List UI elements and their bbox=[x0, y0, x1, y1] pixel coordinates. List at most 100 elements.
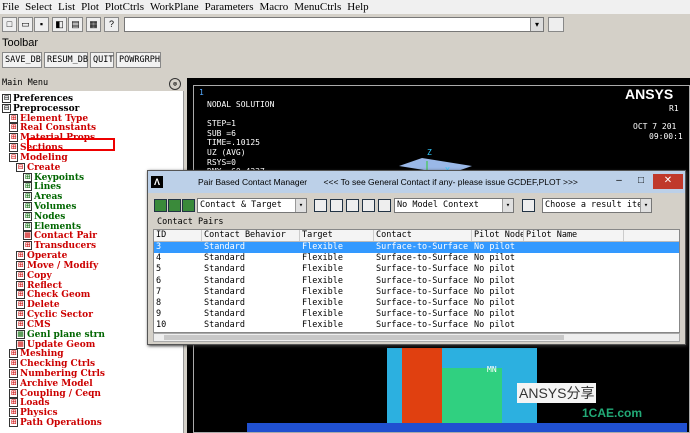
expand-icon[interactable]: ⊞ bbox=[9, 143, 18, 153]
expand-icon[interactable]: ⊞ bbox=[9, 368, 18, 378]
expand-icon[interactable]: ⊞ bbox=[9, 113, 18, 123]
table-row[interactable]: 3 Standard Flexible Surface-to-Surface No pi… bbox=[154, 242, 679, 253]
menu-help[interactable]: Help bbox=[347, 1, 368, 13]
expand-icon[interactable]: ⊞ bbox=[9, 123, 18, 133]
model-context-select[interactable]: No Model Context ▾ bbox=[394, 198, 514, 213]
open-file-icon[interactable]: ▭ bbox=[18, 17, 33, 32]
dialog-title-bar[interactable]: Λ Pair Based Contact Manager <<< To see … bbox=[148, 171, 685, 193]
expand-icon[interactable]: ⊞ bbox=[23, 192, 32, 202]
expand-icon[interactable]: ⊞ bbox=[23, 241, 32, 251]
table-row[interactable]: 10 Standard Flexible Surface-to-Surface No p… bbox=[154, 320, 679, 331]
menu-item-operate[interactable]: ⊞ Operate bbox=[16, 251, 67, 261]
menu-item-element-type[interactable]: ⊞ Element Type bbox=[9, 113, 88, 124]
expand-icon[interactable]: ⊞ bbox=[9, 133, 18, 143]
column-header-pilot-name[interactable]: Pilot Name bbox=[524, 230, 624, 241]
menu-item-create[interactable]: ⊟ Create bbox=[16, 162, 60, 173]
command-history-icon[interactable] bbox=[548, 17, 564, 32]
menu-list[interactable]: List bbox=[58, 1, 75, 13]
report-icon[interactable]: ▦ bbox=[86, 17, 101, 32]
menu-item-preprocessor[interactable]: ⊟ Preprocessor bbox=[2, 103, 79, 114]
view-select[interactable]: Contact & Target ▾ bbox=[197, 198, 307, 213]
menu-item-check-geom[interactable]: ⊞ Check Geom bbox=[16, 290, 90, 300]
chevron-down-icon[interactable]: ▾ bbox=[640, 199, 651, 212]
menu-item-keypoints[interactable]: ⊞ Keypoints bbox=[23, 172, 84, 183]
expand-icon[interactable]: ⊞ bbox=[16, 280, 25, 290]
collapse-icon[interactable]: ⊟ bbox=[9, 152, 18, 162]
command-icon[interactable]: ▦ bbox=[23, 231, 32, 241]
table-row[interactable]: 8 Standard Flexible Surface-to-Surface No pi… bbox=[154, 298, 679, 309]
expand-icon[interactable]: ⊞ bbox=[9, 388, 18, 398]
menu-item-update-geom[interactable]: ▦ Update Geom bbox=[16, 339, 95, 350]
flip-icon[interactable] bbox=[346, 199, 359, 212]
menu-item-contact-pair[interactable]: ▦ Contact Pair bbox=[23, 231, 97, 241]
new-file-icon[interactable]: □ bbox=[2, 17, 17, 32]
expand-icon[interactable]: ⊞ bbox=[16, 260, 25, 270]
menu-select[interactable]: Select bbox=[25, 1, 52, 13]
menu-workplane[interactable]: WorkPlane bbox=[150, 1, 199, 13]
command-icon[interactable]: ▦ bbox=[16, 329, 25, 339]
menu-item-cms[interactable]: ⊞ CMS bbox=[16, 319, 51, 330]
expand-icon[interactable]: ⊞ bbox=[9, 408, 18, 418]
menu-parameters[interactable]: Parameters bbox=[205, 1, 254, 13]
menu-item-areas[interactable]: ⊞ Areas bbox=[23, 192, 62, 202]
column-header-target[interactable]: Target bbox=[300, 230, 374, 241]
help-icon[interactable]: ? bbox=[104, 17, 119, 32]
menu-item-nodes[interactable]: ⊞ Nodes bbox=[23, 211, 65, 222]
resum-db-button[interactable]: RESUM_DB bbox=[44, 52, 88, 68]
command-icon[interactable]: ▦ bbox=[16, 339, 25, 349]
menu-item-modeling[interactable]: ⊟ Modeling bbox=[9, 152, 68, 163]
table-row[interactable]: 6 Standard Flexible Surface-to-Surface No pi… bbox=[154, 276, 679, 287]
scroll-thumb[interactable] bbox=[164, 335, 564, 340]
collapse-icon[interactable]: ⊗ bbox=[169, 78, 181, 90]
menu-item-meshing[interactable]: ⊞ Meshing bbox=[9, 349, 64, 359]
expand-icon[interactable]: ⊞ bbox=[9, 359, 18, 369]
collapse-icon[interactable]: ⊟ bbox=[16, 162, 25, 172]
menu-item-volumes[interactable]: ⊞ Volumes bbox=[23, 202, 76, 212]
column-header-pilot-node[interactable]: Pilot Node bbox=[472, 230, 524, 241]
column-header-contact-behavior[interactable]: Contact Behavior bbox=[202, 230, 300, 241]
expand-icon[interactable]: ⊞ bbox=[23, 182, 32, 192]
expand-icon[interactable]: ⊞ bbox=[16, 310, 25, 320]
powrgrph-button[interactable]: POWRGRPH bbox=[116, 52, 161, 68]
results-icon[interactable] bbox=[522, 199, 535, 212]
menu-item-lines[interactable]: ⊞ Lines bbox=[23, 182, 61, 192]
check-icon[interactable] bbox=[362, 199, 375, 212]
result-item-select[interactable]: Choose a result item ▾ bbox=[542, 198, 652, 213]
menu-item-real-constants[interactable]: ⊞ Real Constants bbox=[9, 123, 96, 133]
menu-macro[interactable]: Macro bbox=[259, 1, 288, 13]
pan-zoom-icon[interactable]: ◧ bbox=[52, 17, 67, 32]
expand-icon[interactable]: ⊞ bbox=[16, 300, 25, 310]
table-row[interactable]: 9 Standard Flexible Surface-to-Surface No pi… bbox=[154, 309, 679, 320]
table-row[interactable]: 4 Standard Flexible Surface-to-Surface No pi… bbox=[154, 253, 679, 264]
menu-item-copy[interactable]: ⊞ Copy bbox=[16, 270, 52, 281]
list-icon[interactable] bbox=[314, 199, 327, 212]
save-icon[interactable]: ▪ bbox=[34, 17, 49, 32]
expand-icon[interactable]: ⊞ bbox=[23, 172, 32, 182]
menu-item-physics[interactable]: ⊞ Physics bbox=[9, 408, 58, 418]
menu-item-loads[interactable]: ⊞ Loads bbox=[9, 398, 50, 408]
close-icon[interactable]: ✕ bbox=[653, 174, 683, 189]
minimize-icon[interactable]: – bbox=[608, 174, 630, 189]
chevron-down-icon[interactable]: ▾ bbox=[502, 199, 513, 212]
column-header-id[interactable]: ID bbox=[154, 230, 202, 241]
expand-icon[interactable]: ⊞ bbox=[23, 211, 32, 221]
menu-file[interactable]: File bbox=[2, 1, 19, 13]
expand-icon[interactable]: ⊞ bbox=[23, 202, 32, 212]
menu-item-checking-ctrls[interactable]: ⊞ Checking Ctrls bbox=[9, 359, 95, 369]
print-icon[interactable]: ▤ bbox=[68, 17, 83, 32]
chevron-down-icon[interactable]: ▾ bbox=[530, 18, 543, 31]
menu-item-delete[interactable]: ⊞ Delete bbox=[16, 300, 60, 310]
expand-icon[interactable]: ⊞ bbox=[16, 270, 25, 280]
expand-icon[interactable]: ⊞ bbox=[9, 398, 18, 408]
menu-plotctrls[interactable]: PlotCtrls bbox=[105, 1, 144, 13]
maximize-icon[interactable]: □ bbox=[630, 174, 652, 189]
collapse-icon[interactable]: ⊟ bbox=[2, 103, 11, 113]
quit-button[interactable]: QUIT bbox=[90, 52, 114, 68]
menu-plot[interactable]: Plot bbox=[81, 1, 99, 13]
expand-icon[interactable]: ⊞ bbox=[9, 349, 18, 359]
command-input[interactable]: ▾ bbox=[124, 17, 544, 32]
collapse-icon[interactable]: ⊟ bbox=[2, 94, 11, 103]
menu-item-preferences[interactable]: ⊟ Preferences bbox=[2, 94, 73, 104]
tool-icon[interactable] bbox=[378, 199, 391, 212]
plot-icon[interactable] bbox=[330, 199, 343, 212]
